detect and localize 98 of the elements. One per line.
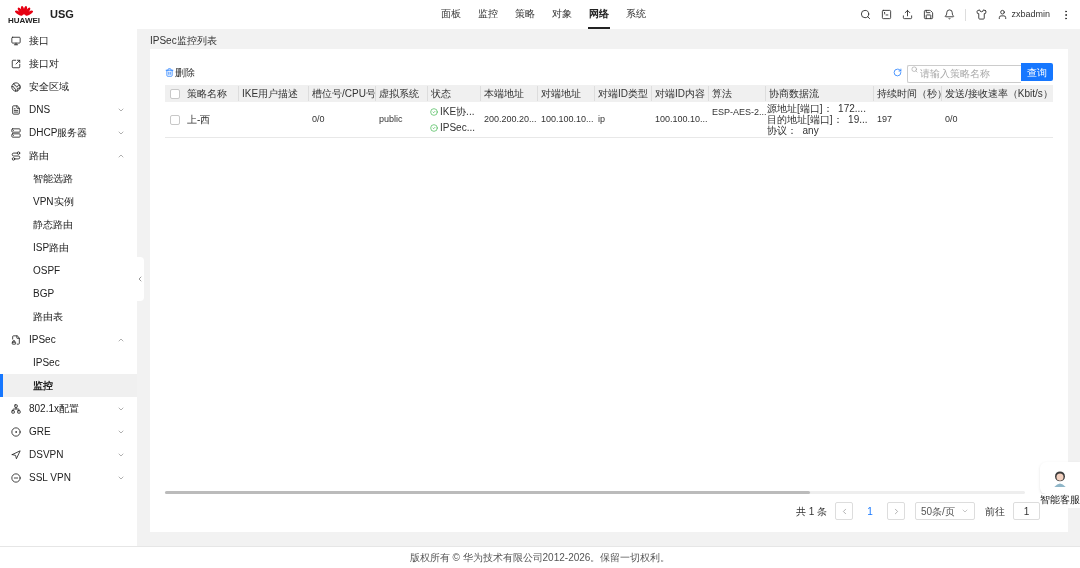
sidebar-subitem[interactable]: BGP	[0, 282, 137, 305]
table-cell: 197	[877, 113, 893, 124]
network-icon	[11, 403, 21, 414]
document-lock-icon	[11, 334, 21, 345]
upload-icon[interactable]	[902, 9, 914, 20]
column-header: 策略名称	[187, 87, 227, 101]
route-icon	[11, 150, 21, 161]
checkbox[interactable]	[170, 114, 180, 125]
page-size-select[interactable]: 50条/页	[915, 502, 975, 520]
sidebar-item[interactable]: DNS	[0, 98, 137, 121]
status-text: IKE协...	[440, 105, 475, 119]
nav-tab[interactable]: 网络	[588, 0, 610, 29]
table-cell: 100.100.10...	[541, 113, 594, 124]
sidebar-item[interactable]: 接口	[0, 29, 137, 52]
user-icon	[997, 9, 1009, 20]
sidebar-subitem[interactable]: 监控	[0, 374, 137, 397]
nav-tab[interactable]: 系统	[625, 0, 647, 29]
sidebar-subitem[interactable]: OSPF	[0, 259, 137, 282]
nav-tab[interactable]: 面板	[440, 0, 462, 29]
copyright-text: 版权所有 © 华为技术有限公司2012-2026。保留一切权利。	[409, 551, 671, 565]
chevron-down-icon	[961, 507, 969, 515]
server-icon	[11, 127, 21, 138]
column-header: 槽位号/CPU号	[312, 87, 376, 101]
sidebar-subitem[interactable]: 静态路由	[0, 213, 137, 236]
sidebar-subitem[interactable]: ISP路由	[0, 236, 137, 259]
table-cell: 100.100.10...	[655, 113, 708, 124]
sidebar-item[interactable]: DHCP服务器	[0, 121, 137, 144]
page-number[interactable]: 1	[861, 502, 879, 520]
link-icon	[11, 58, 21, 69]
trash-icon	[165, 67, 174, 77]
query-button[interactable]: 查询	[1021, 63, 1053, 81]
column-header: 算法	[712, 87, 732, 101]
goto-field[interactable]: 1	[1013, 502, 1040, 520]
previous-page-button[interactable]	[835, 502, 853, 520]
sidebar-item[interactable]: IPSec	[0, 328, 137, 351]
search-field[interactable]: 请输入策略名称	[907, 64, 1021, 83]
sidebar-item[interactable]: SSL VPN	[0, 466, 137, 489]
avatar-icon	[1052, 469, 1068, 487]
search-icon[interactable]	[860, 9, 872, 20]
table-cell: ip	[598, 113, 605, 124]
refresh-icon[interactable]	[893, 67, 902, 77]
column-header: 对端ID类型	[598, 87, 648, 101]
nav-tab[interactable]: 监控	[477, 0, 499, 29]
column-header: 状态	[431, 87, 451, 101]
logo: HUAWEI	[8, 4, 40, 25]
search-icon	[911, 66, 918, 73]
horizontal-scrollbar[interactable]	[165, 491, 1025, 494]
table-cell: 0/0	[945, 113, 958, 124]
page-title: IPSec监控列表	[150, 33, 217, 48]
success-icon	[430, 123, 438, 132]
sidebar-subitem[interactable]: 智能选路	[0, 167, 137, 190]
nav-tab[interactable]: 策略	[514, 0, 536, 29]
assistant-label: 智能客服	[1040, 494, 1080, 505]
product-name: USG	[50, 7, 74, 23]
shirt-icon[interactable]	[976, 9, 988, 20]
navigation-icon	[11, 449, 21, 460]
delete-button[interactable]: 删除	[165, 64, 195, 80]
table-cell: 0/0	[312, 113, 325, 124]
status-text: IPSec...	[440, 121, 475, 135]
flow-text: 协议： any	[767, 125, 819, 136]
bell-icon[interactable]	[944, 9, 956, 20]
terminal-icon[interactable]	[881, 9, 893, 20]
monitor-icon	[11, 35, 21, 46]
flow-text: 目的地址[端口]： 19...	[767, 114, 868, 125]
sidebar-item[interactable]: 路由	[0, 144, 137, 167]
circle-icon	[11, 426, 21, 437]
table-cell: 200.200.20...	[484, 113, 537, 124]
success-icon	[430, 107, 438, 116]
collapse-handle[interactable]	[136, 257, 144, 301]
column-header: 对端ID内容	[655, 87, 705, 101]
table-cell-text: 上-西	[187, 113, 211, 127]
circle-icon	[11, 472, 21, 483]
save-icon[interactable]	[923, 9, 935, 20]
total-count: 共 1 条	[795, 504, 827, 519]
sidebar-item[interactable]: DSVPN	[0, 443, 137, 466]
sidebar-item[interactable]: GRE	[0, 420, 137, 443]
sidebar-item[interactable]: 安全区域	[0, 75, 137, 98]
checkbox[interactable]	[170, 88, 180, 99]
column-header: IKE用户描述	[242, 87, 299, 101]
column-header: 对端地址	[541, 87, 581, 101]
goto-label: 前往	[985, 504, 1005, 519]
column-header: 协商数据流	[769, 87, 819, 101]
next-page-button[interactable]	[887, 502, 905, 520]
sidebar-item[interactable]: 802.1x配置	[0, 397, 137, 420]
sidebar-item[interactable]: 接口对	[0, 52, 137, 75]
column-header: 虚拟系统	[379, 87, 419, 101]
column-header: 发送/接收速率（Kbit/s）	[945, 87, 1053, 101]
sidebar-subitem[interactable]: 路由表	[0, 305, 137, 328]
flow-text: 源地址[端口]： 172....	[767, 103, 866, 114]
table-cell: public	[379, 113, 403, 124]
sidebar-subitem[interactable]: VPN实例	[0, 190, 137, 213]
table-cell: ESP-AES-2...	[712, 107, 767, 117]
username[interactable]: zxbadmin	[1011, 7, 1050, 22]
column-header: 本端地址	[484, 87, 524, 101]
document-icon	[11, 104, 21, 115]
sidebar-subitem[interactable]: IPSec	[0, 351, 137, 374]
globe-icon	[11, 81, 21, 92]
nav-tab[interactable]: 对象	[551, 0, 573, 29]
